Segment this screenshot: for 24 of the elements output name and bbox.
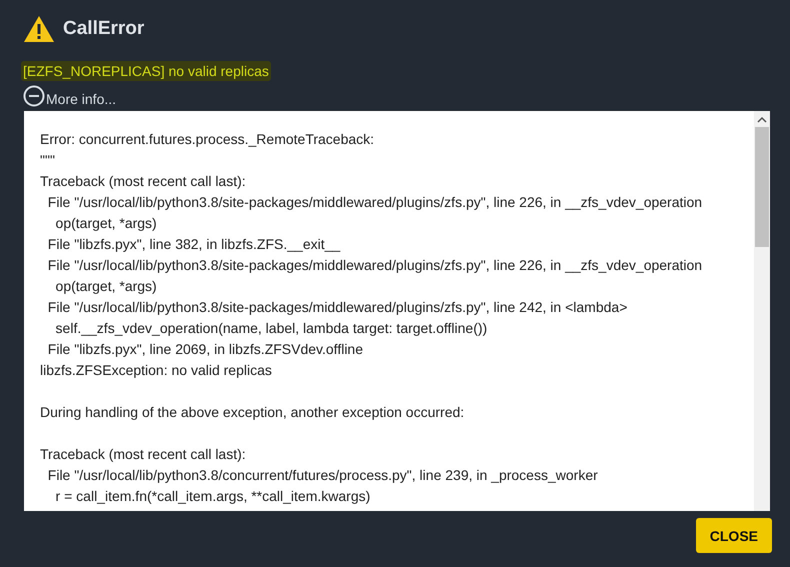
traceback-line: Error: concurrent.futures.process._RemoteTraceback: <box>40 130 374 149</box>
collapse-icon[interactable] <box>23 85 45 107</box>
traceback-line: Traceback (most recent call last): <box>40 445 246 464</box>
close-button[interactable]: CLOSE <box>696 518 772 553</box>
traceback-line: During handling of the above exception, another exception occurred: <box>40 403 464 422</box>
traceback-line: Traceback (most recent call last): <box>40 172 246 191</box>
error-message: [EZFS_NOREPLICAS] no valid replicas <box>21 61 271 81</box>
traceback-line: op(target, *args) <box>54 214 157 233</box>
traceback-line: File "/usr/local/lib/python3.8/concurrent/futures/process.py", line 239, in _process_worker <box>46 466 598 485</box>
scroll-up-icon[interactable] <box>757 115 767 125</box>
traceback-line: File "/usr/local/lib/python3.8/site-packages/middlewared/plugins/zfs.py", line 242, in <lambda> <box>46 298 628 317</box>
traceback-line: op(target, *args) <box>54 277 157 296</box>
more-info-link[interactable]: More info... <box>46 91 116 107</box>
traceback-line: self.__zfs_vdev_operation(name, label, lambda target: target.offline()) <box>54 319 488 338</box>
scrollbar[interactable] <box>754 111 770 511</box>
traceback-line: File "/usr/local/lib/python3.8/site-packages/middlewared/plugins/zfs.py", line 226, in __zfs_vdev_operation <box>46 193 702 212</box>
traceback-line: File "libzfs.pyx", line 2069, in libzfs.ZFSVdev.offline <box>46 340 364 359</box>
dialog-title: CallError <box>63 18 144 40</box>
traceback-line: r = call_item.fn(*call_item.args, **call_item.kwargs) <box>54 487 370 506</box>
traceback-line: libzfs.ZFSException: no valid replicas <box>40 361 272 380</box>
warning-icon <box>23 15 55 43</box>
traceback-line: File "libzfs.pyx", line 382, in libzfs.ZFS.__exit__ <box>46 235 340 254</box>
traceback-line: """ <box>40 151 55 170</box>
traceback-line: File "/usr/local/lib/python3.8/site-packages/middlewared/plugins/zfs.py", line 226, in __zfs_vdev_operation <box>46 256 702 275</box>
